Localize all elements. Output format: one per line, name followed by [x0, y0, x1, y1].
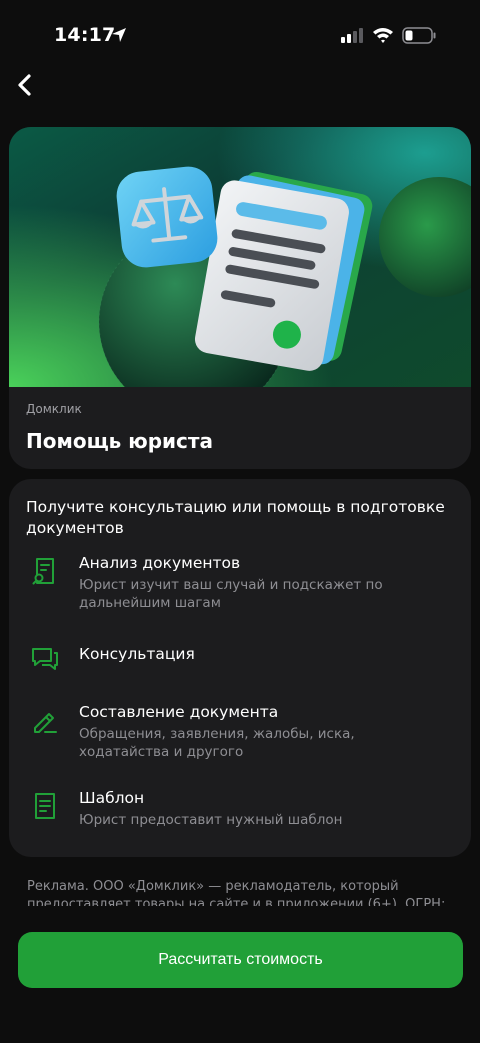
provider-name: Домклик: [26, 402, 82, 416]
chat-bubbles-icon: [32, 648, 58, 670]
feature-title: Составление документа: [79, 703, 279, 721]
calculate-cost-button[interactable]: Рассчитать стоимость: [18, 932, 463, 988]
features-heading: Получите консультацию или помощь в подго…: [26, 498, 445, 537]
hero-illustration: [9, 127, 471, 387]
service-title: Помощь юриста: [26, 429, 214, 453]
status-bar: 14:17: [0, 0, 480, 70]
document-icon: [35, 793, 55, 819]
feature-title: Консультация: [79, 645, 195, 663]
feature-description: Обращения, заявления, жалобы, иска, хода…: [79, 726, 355, 760]
bottom-action-bar: Рассчитать стоимость: [0, 906, 480, 1043]
location-arrow-icon: [112, 28, 126, 42]
cellular-signal-icon: [341, 28, 363, 43]
feature-title: Анализ документов: [79, 554, 241, 572]
battery-icon: [402, 27, 436, 44]
chevron-left-icon: [18, 74, 31, 96]
service-card[interactable]: Домклик Помощь юриста: [9, 127, 471, 469]
document-search-icon: [32, 558, 54, 585]
feature-title: Шаблон: [79, 789, 145, 807]
feature-description: Юрист изучит ваш случай и подскажет по д…: [79, 577, 383, 611]
ad-disclaimer: Реклама. ООО «Домклик» — рекламодатель, …: [27, 879, 446, 906]
features-card: Получите консультацию или помощь в подго…: [9, 479, 471, 857]
back-button[interactable]: [10, 70, 40, 100]
pencil-icon: [34, 713, 57, 733]
feature-description: Юрист предоставит нужный шаблон: [79, 812, 343, 828]
status-time: 14:17: [54, 24, 116, 46]
wifi-icon: [373, 28, 393, 43]
